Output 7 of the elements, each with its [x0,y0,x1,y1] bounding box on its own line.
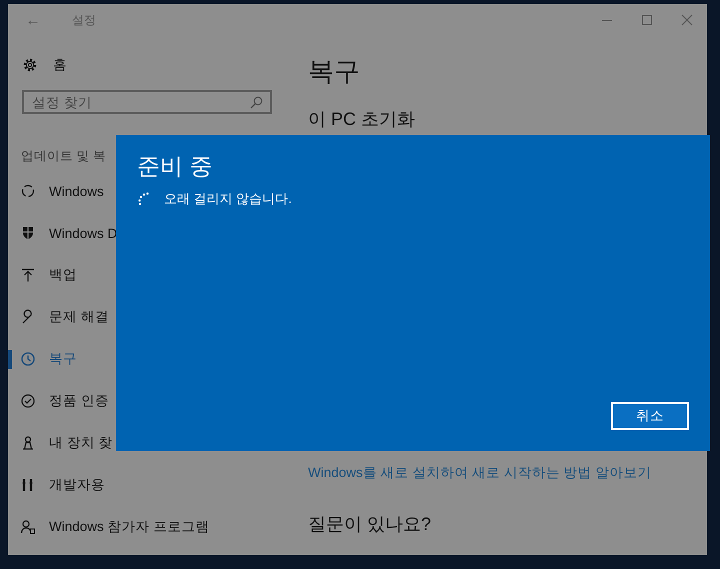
section-header: 업데이트 및 복 [21,148,106,165]
window-title: 설정 [72,12,97,28]
page-title: 복구 [308,55,361,88]
section-title: 이 PC 초기화 [308,108,416,131]
dialog-message: 오래 걸리지 않습니다. [164,190,292,208]
dialog-title: 준비 중 [137,152,212,181]
section-title: 질문이 있나요? [308,513,432,536]
